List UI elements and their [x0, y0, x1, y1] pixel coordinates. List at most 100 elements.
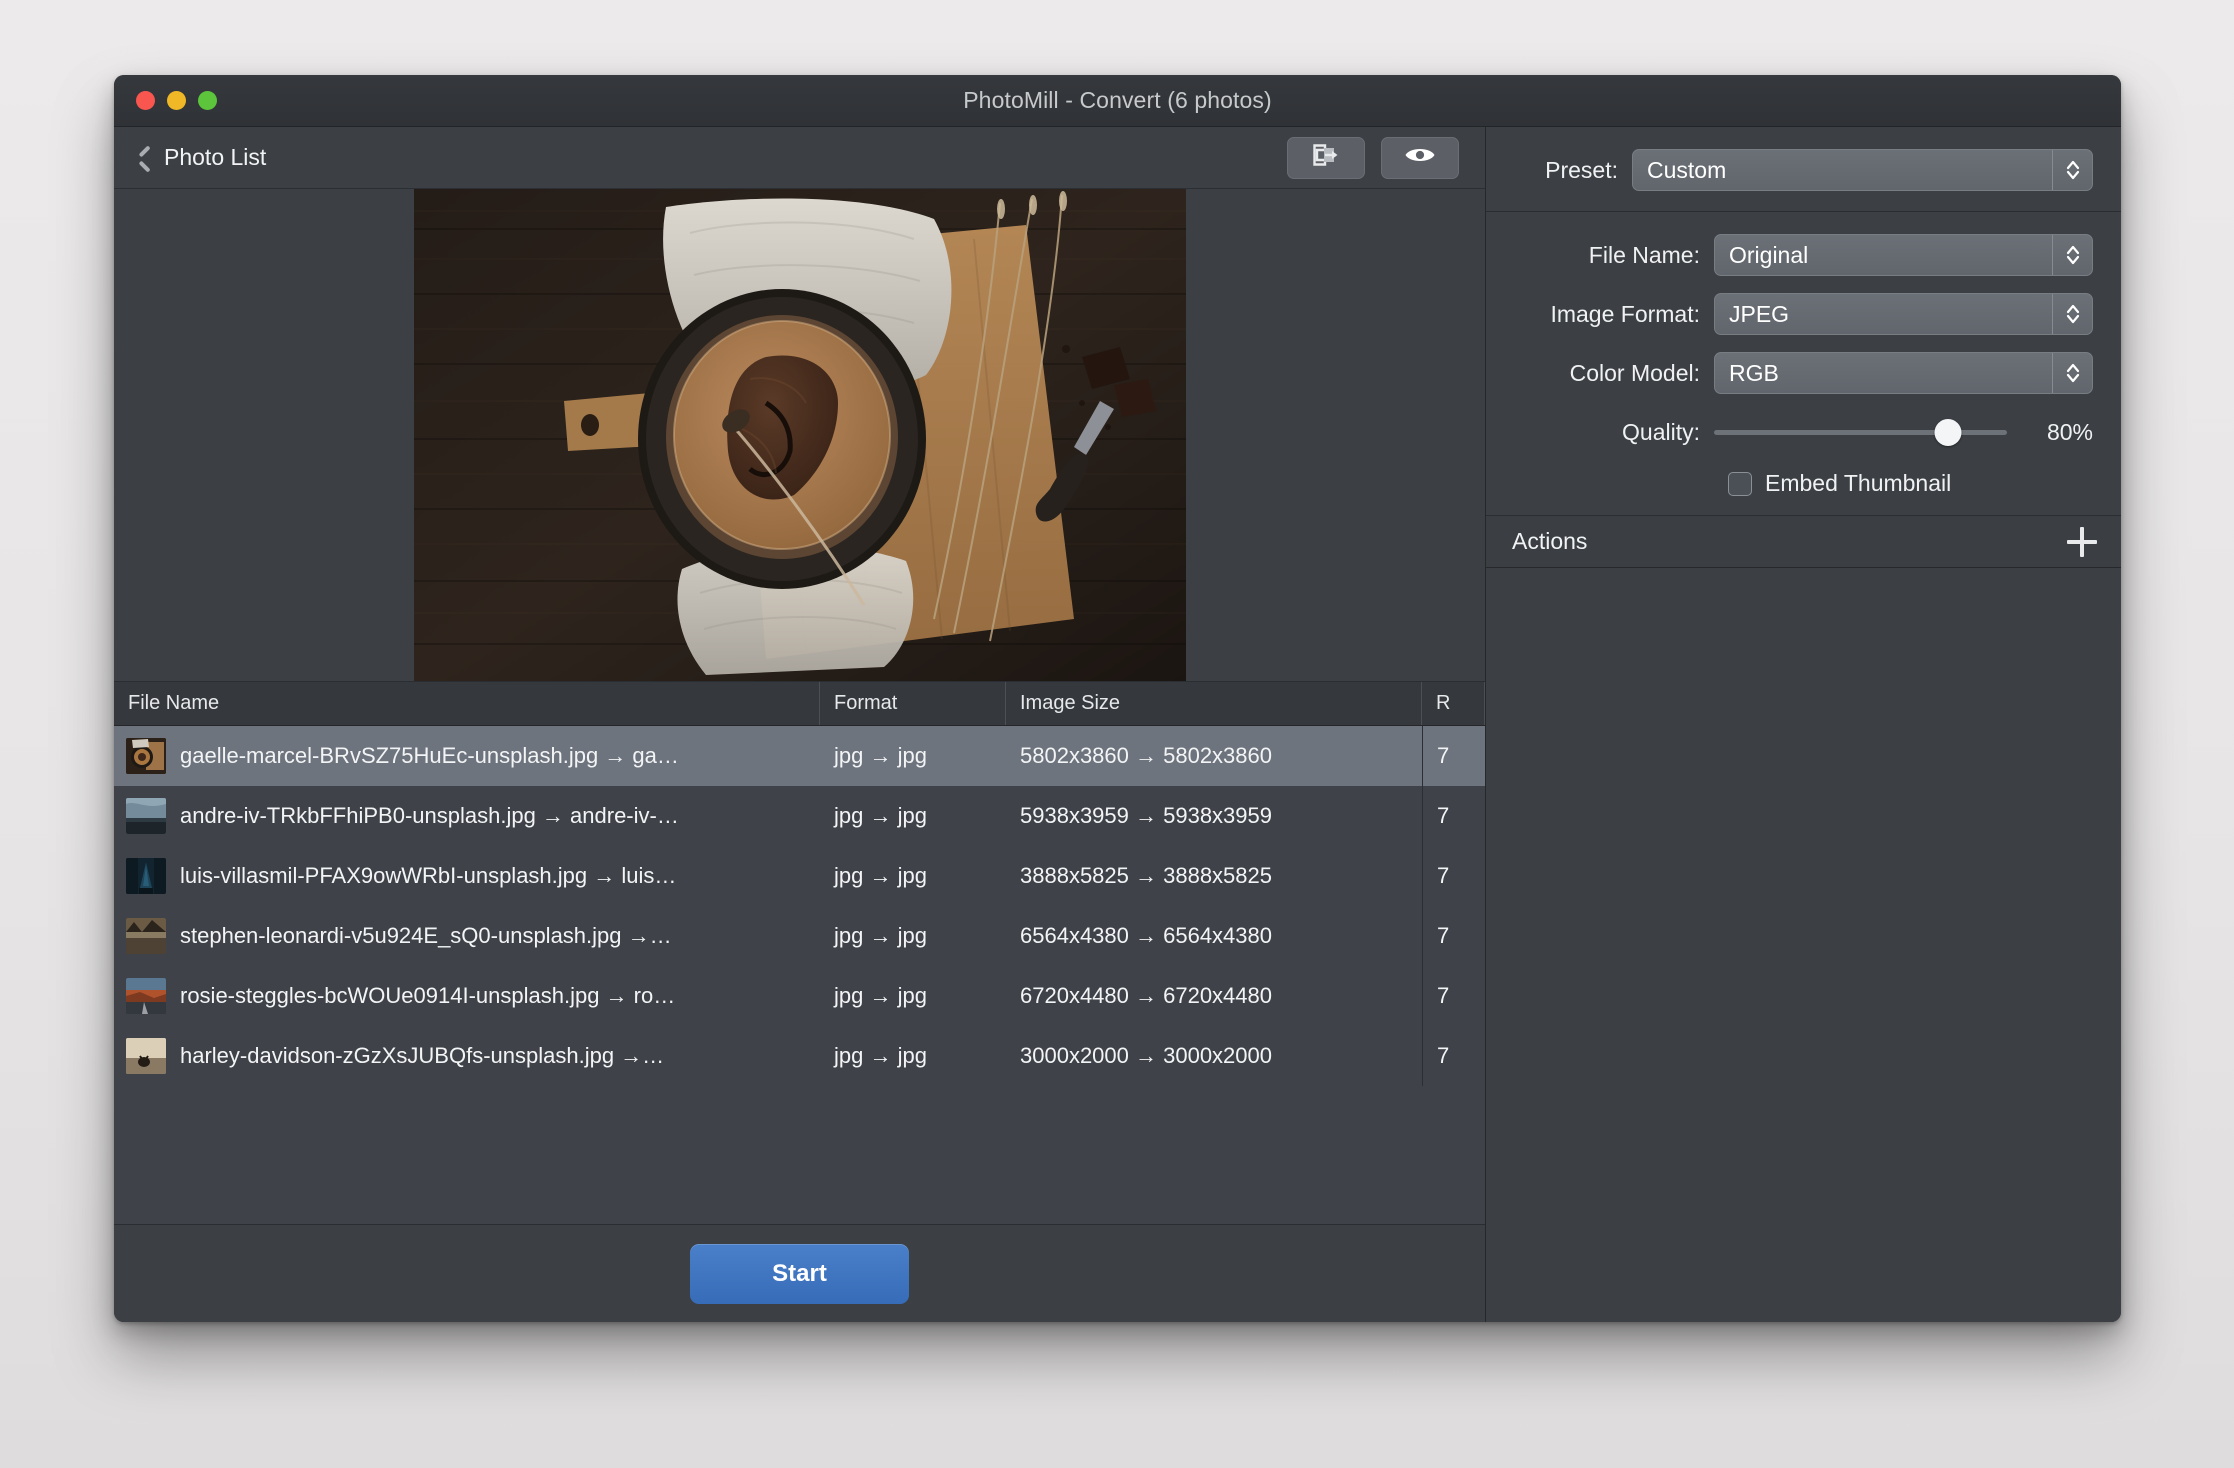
chevron-updown-icon: [2052, 150, 2092, 190]
back-button-label: Photo List: [164, 144, 267, 170]
app-window: PhotoMill - Convert (6 photos) Photo Lis…: [114, 75, 2121, 1322]
table-row[interactable]: stephen-leonardi-v5u924E_sQ0-unsplash.jp…: [114, 906, 1485, 966]
file-name-text: gaelle-marcel-BRvSZ75HuEc-unsplash.jpg →…: [180, 743, 679, 768]
cell-resolution: 7: [1422, 906, 1485, 966]
back-to-photo-list-button[interactable]: Photo List: [138, 144, 266, 171]
cell-format: jpg → jpg: [834, 743, 927, 768]
conversion-settings: File Name: Original Image Format: JPEG C…: [1486, 212, 2121, 516]
title-bar: PhotoMill - Convert (6 photos): [114, 75, 2121, 127]
zoom-button[interactable]: [198, 91, 217, 110]
window-title: PhotoMill - Convert (6 photos): [963, 87, 1272, 113]
preset-value: Custom: [1647, 156, 1727, 183]
left-toolbar: Photo List: [114, 127, 1485, 189]
row-thumbnail: [126, 978, 166, 1014]
quality-slider[interactable]: [1714, 411, 2007, 453]
eye-icon: [1404, 144, 1436, 171]
image-format-label: Image Format:: [1550, 300, 1700, 327]
cell-file-name: andre-iv-TRkbFFhiPB0-unsplash.jpg → andr…: [114, 786, 820, 846]
cell-resolution: 7: [1422, 846, 1485, 906]
photo-preview-image[interactable]: [413, 189, 1186, 681]
preset-row: Preset: Custom: [1486, 127, 2121, 212]
table-header-row: File Name Format Image Size R: [114, 682, 1485, 726]
chevron-updown-icon: [2052, 353, 2092, 393]
column-header-image-size[interactable]: Image Size: [1006, 682, 1422, 725]
cell-image-size: 6564x4380 → 6564x4380: [1020, 923, 1272, 948]
footer-bar: Start: [114, 1224, 1485, 1322]
cell-format: jpg → jpg: [834, 1043, 927, 1068]
row-thumbnail: [126, 918, 166, 954]
actions-title: Actions: [1512, 528, 1588, 554]
close-button[interactable]: [136, 91, 155, 110]
file-name-label: File Name:: [1588, 241, 1700, 268]
row-thumbnail: [126, 738, 166, 774]
cell-format: jpg → jpg: [834, 863, 927, 888]
cell-image-size: 3000x2000 → 3000x2000: [1020, 1043, 1272, 1068]
cell-image-size: 6720x4480 → 6720x4480: [1020, 983, 1272, 1008]
file-name-row: File Name: Original: [1514, 234, 2093, 276]
chevron-left-icon: [138, 146, 151, 170]
row-thumbnail: [126, 858, 166, 894]
image-format-value: JPEG: [1729, 300, 1790, 327]
preset-dropdown[interactable]: Custom: [1632, 149, 2093, 191]
file-name-dropdown[interactable]: Original: [1714, 234, 2093, 276]
image-format-dropdown[interactable]: JPEG: [1714, 293, 2093, 335]
column-header-format[interactable]: Format: [820, 682, 1006, 725]
cell-image-size: 5938x3959 → 5938x3959: [1020, 803, 1272, 828]
cell-file-name: luis-villasmil-PFAX9owWRbI-unsplash.jpg …: [114, 846, 820, 906]
embed-thumbnail-row: Embed Thumbnail: [1514, 470, 2093, 497]
window-body: Photo List File Name Format Image Size R…: [114, 127, 2121, 1322]
file-name-value: Original: [1729, 241, 1809, 268]
row-thumbnail: [126, 798, 166, 834]
table-row[interactable]: gaelle-marcel-BRvSZ75HuEc-unsplash.jpg →…: [114, 726, 1485, 786]
cell-format: jpg → jpg: [834, 803, 927, 828]
photo-preview-area: [114, 189, 1485, 681]
cell-resolution: 7: [1422, 786, 1485, 846]
cell-format: jpg → jpg: [834, 923, 927, 948]
cell-image-size: 5802x3860 → 5802x3860: [1020, 743, 1272, 768]
chevron-updown-icon: [2052, 235, 2092, 275]
table-row[interactable]: luis-villasmil-PFAX9owWRbI-unsplash.jpg …: [114, 846, 1485, 906]
traffic-lights: [114, 91, 217, 110]
cell-format: jpg → jpg: [834, 983, 927, 1008]
file-name-text: harley-davidson-zGzXsJUBQfs-unsplash.jpg…: [180, 1043, 665, 1068]
left-pane: Photo List File Name Format Image Size R…: [114, 127, 1486, 1322]
reveal-in-finder-button[interactable]: [1287, 136, 1365, 179]
embed-thumbnail-checkbox[interactable]: [1728, 471, 1752, 496]
table-body: gaelle-marcel-BRvSZ75HuEc-unsplash.jpg →…: [114, 726, 1485, 1224]
slider-knob[interactable]: [1934, 418, 1962, 446]
right-pane: Preset: Custom File Name: Original Image…: [1486, 127, 2121, 1322]
color-model-dropdown[interactable]: RGB: [1714, 352, 2093, 394]
food-photo-illustration: [413, 189, 1186, 681]
cell-file-name: gaelle-marcel-BRvSZ75HuEc-unsplash.jpg →…: [114, 726, 820, 786]
chevron-updown-icon: [2052, 294, 2092, 334]
file-name-text: luis-villasmil-PFAX9owWRbI-unsplash.jpg …: [180, 863, 677, 888]
file-table: File Name Format Image Size R gaelle-mar…: [114, 681, 1485, 1224]
actions-header: Actions: [1486, 516, 2121, 568]
table-row[interactable]: harley-davidson-zGzXsJUBQfs-unsplash.jpg…: [114, 1026, 1485, 1086]
start-button[interactable]: Start: [690, 1243, 909, 1304]
cell-image-size: 3888x5825 → 3888x5825: [1020, 863, 1272, 888]
cell-file-name: rosie-steggles-bcWOUe0914I-unsplash.jpg …: [114, 966, 820, 1026]
file-name-text: andre-iv-TRkbFFhiPB0-unsplash.jpg → andr…: [180, 803, 679, 828]
table-row[interactable]: andre-iv-TRkbFFhiPB0-unsplash.jpg → andr…: [114, 786, 1485, 846]
color-model-row: Color Model: RGB: [1514, 352, 2093, 394]
image-format-row: Image Format: JPEG: [1514, 293, 2093, 335]
actions-list[interactable]: [1486, 568, 2121, 1322]
row-thumbnail: [126, 1038, 166, 1074]
cell-resolution: 7: [1422, 966, 1485, 1026]
minimize-button[interactable]: [167, 91, 186, 110]
cell-file-name: harley-davidson-zGzXsJUBQfs-unsplash.jpg…: [114, 1026, 820, 1086]
file-name-text: rosie-steggles-bcWOUe0914I-unsplash.jpg …: [180, 983, 676, 1008]
quality-label: Quality:: [1622, 418, 1700, 445]
cell-resolution: 7: [1422, 726, 1485, 786]
embed-thumbnail-label: Embed Thumbnail: [1765, 470, 1952, 496]
color-model-value: RGB: [1729, 359, 1779, 386]
plus-icon[interactable]: [2067, 526, 2097, 557]
column-header-file-name[interactable]: File Name: [114, 682, 820, 725]
column-header-resolution[interactable]: R: [1422, 682, 1485, 725]
color-model-label: Color Model:: [1569, 359, 1700, 386]
file-name-text: stephen-leonardi-v5u924E_sQ0-unsplash.jp…: [180, 923, 672, 948]
cell-resolution: 7: [1422, 1026, 1485, 1086]
preview-button[interactable]: [1381, 136, 1459, 179]
table-row[interactable]: rosie-steggles-bcWOUe0914I-unsplash.jpg …: [114, 966, 1485, 1026]
